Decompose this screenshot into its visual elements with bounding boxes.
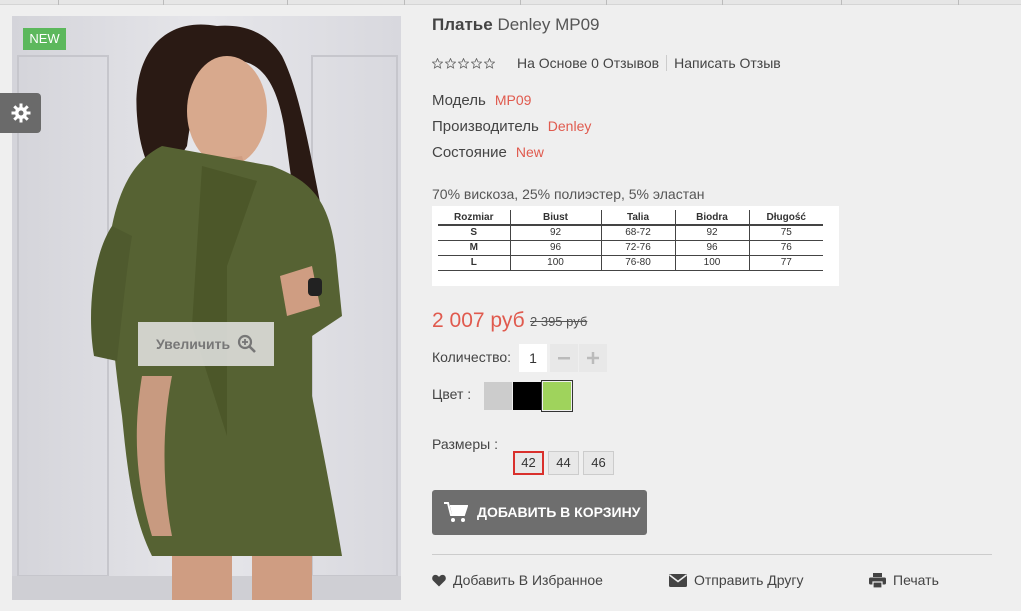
sizes-label: Размеры : <box>432 436 498 452</box>
size-chart-cell: 100 <box>674 255 749 271</box>
size-chart-cell: 92 <box>674 225 749 241</box>
divider <box>666 55 668 71</box>
color-swatch-black[interactable] <box>513 382 541 410</box>
divider <box>432 554 992 555</box>
spec-manufacturer: Производитель Denley <box>432 118 591 135</box>
size-chart-header: Biodra <box>674 210 749 226</box>
send-to-friend-link[interactable]: Отправить Другу <box>669 572 804 588</box>
size-chart-cell: 76 <box>748 240 823 256</box>
plus-icon <box>587 352 599 364</box>
size-chart-header: Biust <box>509 210 601 226</box>
settings-button[interactable] <box>0 93 41 133</box>
size-chart-header: Rozmiar <box>438 210 510 226</box>
size-chart-cell: 100 <box>509 255 601 271</box>
size-option-46[interactable]: 46 <box>583 451 614 475</box>
spec-condition: Состояние New <box>432 144 544 161</box>
size-chart-row: S 92 68-72 92 75 <box>438 225 823 241</box>
spec-value: New <box>515 144 544 160</box>
send-to-friend-label: Отправить Другу <box>694 572 804 588</box>
size-chart-cell: 76-80 <box>600 255 675 271</box>
heart-icon <box>432 574 446 586</box>
size-chart-cell: L <box>438 255 510 271</box>
zoom-label: Увеличить <box>156 336 231 352</box>
size-chart-row: L 100 76-80 100 77 <box>438 255 823 271</box>
quantity-label: Количество: <box>432 349 512 365</box>
write-review-link[interactable]: Написать Отзыв <box>674 55 781 71</box>
quantity-input[interactable]: 1 <box>519 344 547 372</box>
print-label: Печать <box>893 572 939 588</box>
minus-icon <box>558 357 570 360</box>
size-chart-cell: 96 <box>509 240 601 256</box>
size-chart-row: M 96 72-76 96 76 <box>438 240 823 256</box>
size-chart-cell: 92 <box>509 225 601 241</box>
add-to-wishlist-link[interactable]: Добавить В Избранное <box>432 572 603 588</box>
star-icon <box>445 57 456 69</box>
cart-icon <box>444 502 468 522</box>
size-chart-header: Długość <box>748 210 823 226</box>
print-link[interactable]: Печать <box>869 572 939 588</box>
spec-label: Состояние <box>432 144 507 161</box>
size-chart-cell: S <box>438 225 510 241</box>
add-to-cart-button[interactable]: ДОБАВИТЬ В КОРЗИНУ <box>432 490 647 535</box>
size-chart-header: Talia <box>600 210 675 226</box>
product-image[interactable] <box>12 16 401 600</box>
size-chart-table: Rozmiar Biust Talia Biodra Długość S 92 … <box>438 210 823 271</box>
zoom-in-icon <box>237 334 256 353</box>
quantity-increase-button[interactable] <box>579 344 607 372</box>
spec-model: Модель MP09 <box>432 92 531 109</box>
size-chart-cell: 96 <box>674 240 749 256</box>
new-badge: NEW <box>23 28 66 50</box>
star-icon <box>458 57 469 69</box>
star-icon <box>471 57 482 69</box>
rating-stars <box>432 57 495 69</box>
old-price: 2 395 руб <box>530 314 588 329</box>
wishlist-label: Добавить В Избранное <box>453 572 603 588</box>
size-chart-cell: 75 <box>748 225 823 241</box>
spec-value-link[interactable]: MP09 <box>495 92 532 108</box>
size-chart-cell: 68-72 <box>600 225 675 241</box>
product-title: Платье Denley MP09 <box>432 15 600 35</box>
color-swatch-green[interactable] <box>541 380 573 412</box>
printer-icon <box>869 572 886 588</box>
size-chart-cell: 77 <box>748 255 823 271</box>
star-icon <box>484 57 495 69</box>
color-label: Цвет : <box>432 386 472 402</box>
star-icon <box>432 57 443 69</box>
product-description: 70% вискоза, 25% полиэстер, 5% эластан <box>432 186 705 202</box>
reviews-summary-link[interactable]: На Основе 0 Отзывов <box>517 55 659 71</box>
spec-label: Производитель <box>432 118 539 135</box>
zoom-button[interactable]: Увеличить <box>138 322 274 366</box>
size-chart-image: Rozmiar Biust Talia Biodra Długość S 92 … <box>432 206 839 286</box>
quantity-decrease-button[interactable] <box>550 344 578 372</box>
size-option-44[interactable]: 44 <box>548 451 579 475</box>
add-to-cart-label: ДОБАВИТЬ В КОРЗИНУ <box>477 504 641 520</box>
current-price: 2 007 руб <box>432 309 525 332</box>
spec-label: Модель <box>432 92 486 109</box>
envelope-icon <box>669 573 687 587</box>
size-option-42[interactable]: 42 <box>513 451 544 475</box>
size-chart-cell: 72-76 <box>600 240 675 256</box>
product-title-type: Платье <box>432 15 493 34</box>
spec-value-link[interactable]: Denley <box>548 118 592 134</box>
gear-icon <box>11 103 30 123</box>
product-title-name: Denley MP09 <box>497 15 600 34</box>
color-swatch-gray[interactable] <box>484 382 512 410</box>
top-navigation-bar <box>0 0 1021 5</box>
size-chart-cell: M <box>438 240 510 256</box>
rating-row: На Основе 0 Отзывов Написать Отзыв <box>432 55 781 71</box>
